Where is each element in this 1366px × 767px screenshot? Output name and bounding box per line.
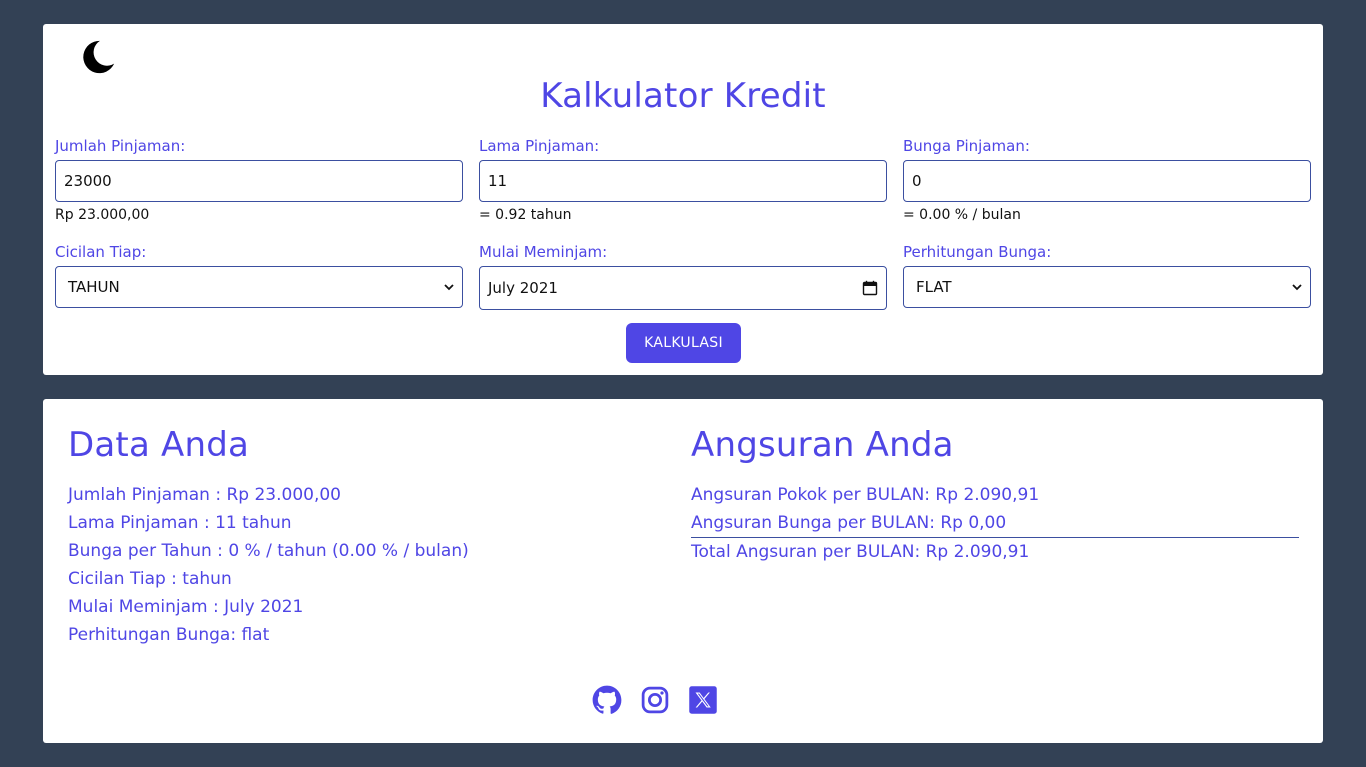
kalkulasi-button[interactable]: KALKULASI [626, 323, 741, 363]
social-links [592, 685, 718, 715]
data-anda-heading: Data Anda [68, 425, 250, 465]
calculator-form-card: Kalkulator Kredit Jumlah Pinjaman: Rp 23… [43, 24, 1323, 375]
jumlah-pinjaman-hint: Rp 23.000,00 [55, 207, 150, 223]
mulai-meminjam-input[interactable]: July 2021 [479, 266, 887, 310]
chevron-down-icon [444, 284, 454, 291]
chevron-down-icon [1292, 284, 1302, 291]
lama-pinjaman-label: Lama Pinjaman: [479, 137, 600, 155]
instagram-icon[interactable] [640, 685, 670, 715]
data-anda-section: Data Anda Jumlah Pinjaman : Rp 23.000,00… [68, 423, 676, 649]
mulai-meminjam-field: Mulai Meminjam: July 2021 [479, 242, 887, 310]
bunga-pinjaman-hint: = 0.00 % / bulan [903, 207, 1021, 223]
angsuran-bunga: Angsuran Bunga per BULAN: Rp 0,00 [691, 513, 1007, 533]
result-card: Data Anda Jumlah Pinjaman : Rp 23.000,00… [43, 399, 1323, 743]
perhitungan-bunga-select[interactable]: FLAT [903, 266, 1311, 308]
angsuran-anda-heading: Angsuran Anda [691, 425, 954, 465]
moon-icon[interactable] [79, 37, 117, 77]
cicilan-tiap-select[interactable]: TAHUN [55, 266, 463, 308]
data-anda-line: Cicilan Tiap : tahun [68, 569, 232, 589]
cicilan-tiap-field: Cicilan Tiap: TAHUN [55, 242, 463, 308]
github-icon[interactable] [592, 685, 622, 715]
lama-pinjaman-box [479, 160, 887, 202]
jumlah-pinjaman-label: Jumlah Pinjaman: [55, 137, 186, 155]
lama-pinjaman-hint: = 0.92 tahun [479, 207, 572, 223]
data-anda-line: Lama Pinjaman : 11 tahun [68, 513, 292, 533]
angsuran-pokok: Angsuran Pokok per BULAN: Rp 2.090,91 [691, 485, 1040, 505]
calendar-icon[interactable] [862, 280, 878, 296]
mulai-meminjam-label: Mulai Meminjam: [479, 243, 608, 261]
mulai-meminjam-value: July 2021 [488, 279, 558, 297]
bunga-pinjaman-input[interactable] [912, 172, 1302, 190]
perhitungan-bunga-field: Perhitungan Bunga: FLAT [903, 242, 1311, 308]
data-anda-line: Mulai Meminjam : July 2021 [68, 597, 304, 617]
bunga-pinjaman-field: Bunga Pinjaman: = 0.00 % / bulan [903, 136, 1311, 223]
data-anda-line: Perhitungan Bunga: flat [68, 625, 270, 645]
perhitungan-bunga-label: Perhitungan Bunga: [903, 243, 1052, 261]
cicilan-tiap-value: TAHUN [68, 278, 120, 296]
data-anda-line: Bunga per Tahun : 0 % / tahun (0.00 % / … [68, 541, 469, 561]
lama-pinjaman-input[interactable] [488, 172, 878, 190]
bunga-pinjaman-label: Bunga Pinjaman: [903, 137, 1030, 155]
bunga-pinjaman-box [903, 160, 1311, 202]
jumlah-pinjaman-input[interactable] [64, 172, 454, 190]
total-angsuran: Total Angsuran per BULAN: Rp 2.090,91 [691, 542, 1030, 562]
angsuran-anda-section: Angsuran Anda Angsuran Pokok per BULAN: … [691, 423, 1299, 566]
x-icon[interactable] [688, 685, 718, 715]
lama-pinjaman-field: Lama Pinjaman: = 0.92 tahun [479, 136, 887, 223]
cicilan-tiap-label: Cicilan Tiap: [55, 243, 147, 261]
jumlah-pinjaman-box [55, 160, 463, 202]
jumlah-pinjaman-field: Jumlah Pinjaman: Rp 23.000,00 [55, 136, 463, 223]
perhitungan-bunga-value: FLAT [916, 278, 952, 296]
data-anda-line: Jumlah Pinjaman : Rp 23.000,00 [68, 485, 341, 505]
page-title: Kalkulator Kredit [540, 76, 826, 116]
